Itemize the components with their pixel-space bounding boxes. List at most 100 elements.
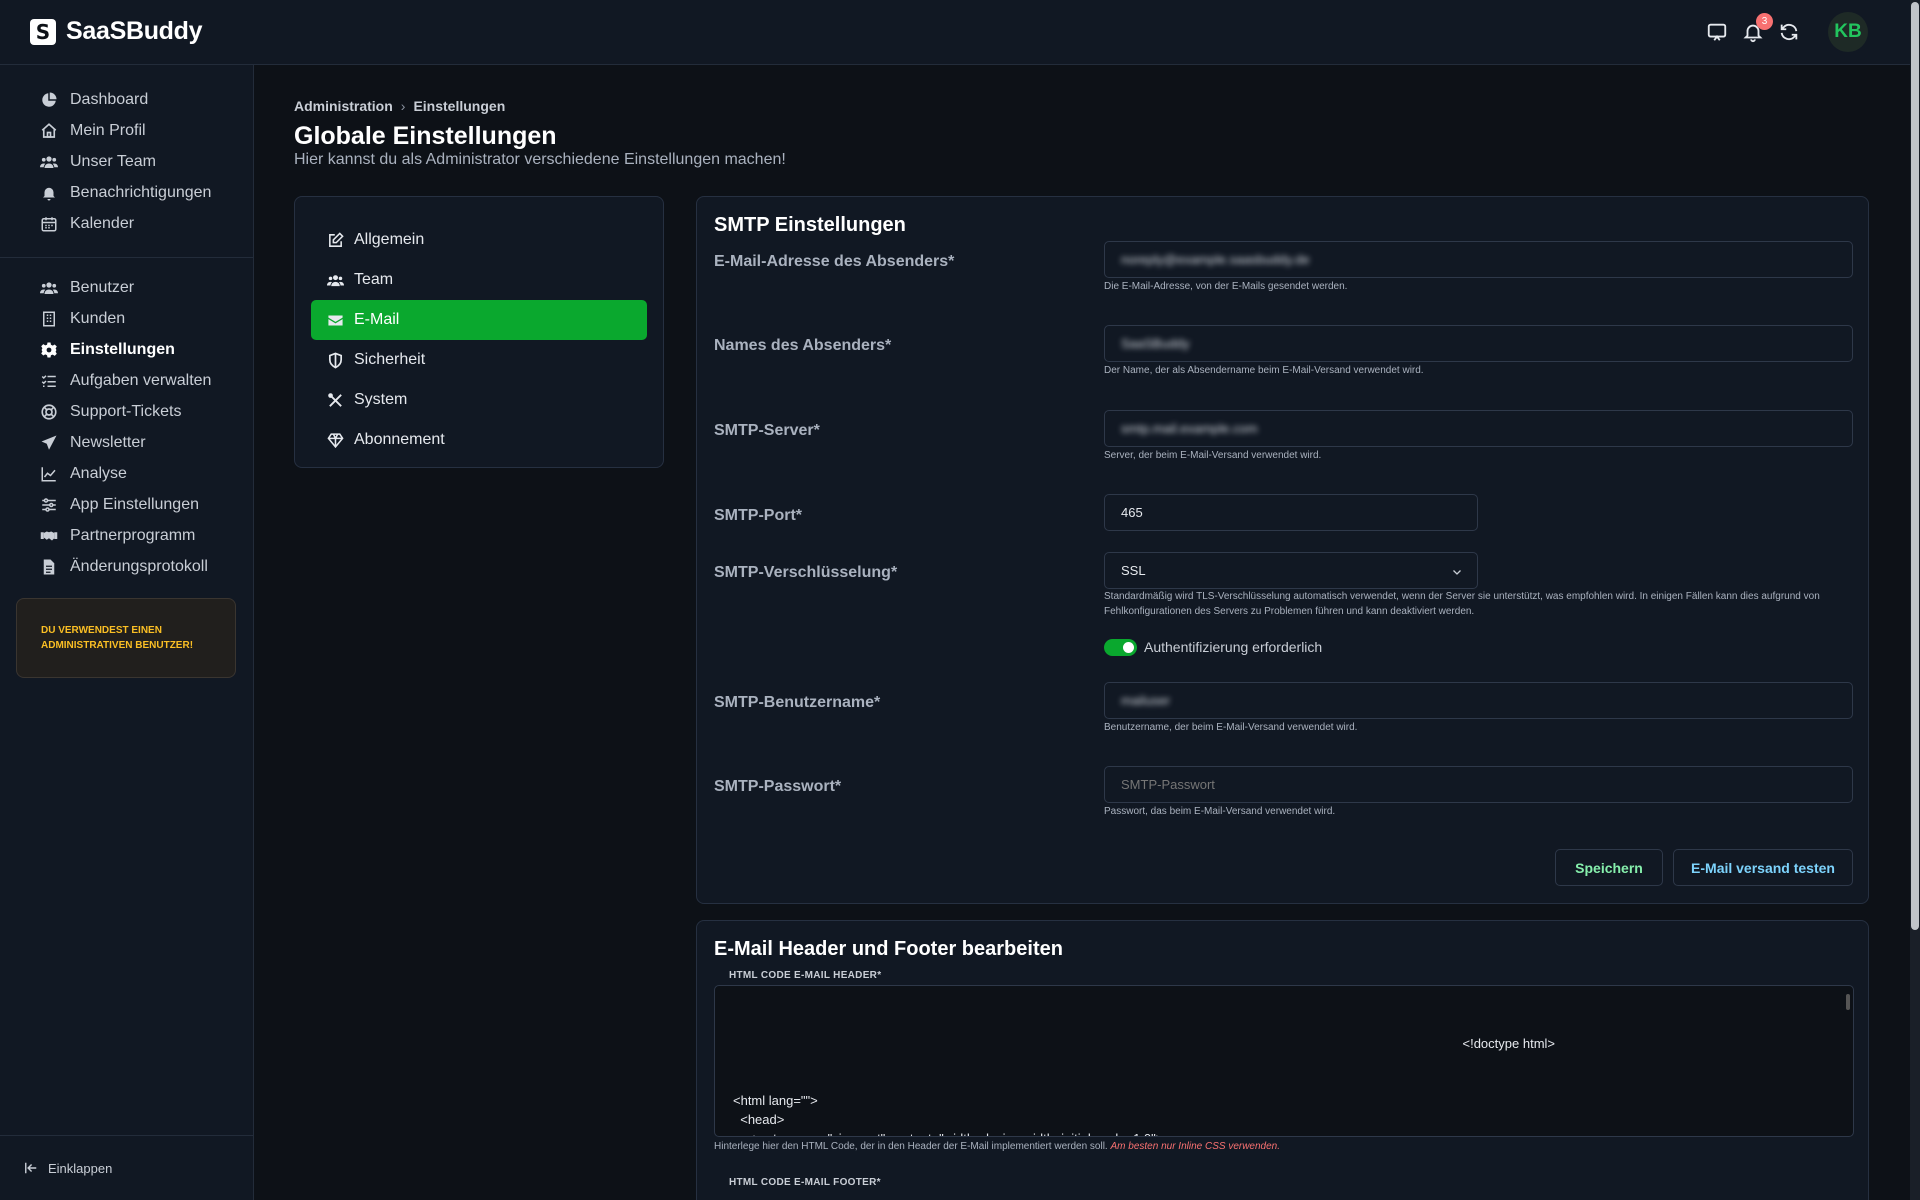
sidebar-item-newsletter[interactable]: Newsletter	[0, 427, 253, 458]
logo-mark-icon: S	[30, 18, 56, 45]
sidebar-item-label: Benachrichtigungen	[70, 183, 212, 201]
smtp-password-label: SMTP-Passwort*	[714, 778, 842, 795]
header-code-textarea[interactable]: <!doctype html> <html lang=""> <head> <m…	[714, 985, 1854, 1137]
sidebar-item-changelog[interactable]: Änderungsprotokoll	[0, 551, 253, 582]
smtp-username-input[interactable]: mailuser	[1104, 682, 1853, 719]
page-subtitle: Hier kannst du als Administrator verschi…	[294, 151, 786, 168]
user-avatar[interactable]: KB	[1828, 12, 1868, 52]
breadcrumb-administration[interactable]: Administration	[294, 98, 393, 114]
sender-name-help: Der Name, der als Absendername beim E-Ma…	[1104, 365, 1424, 376]
smtp-port-input[interactable]: 465	[1104, 494, 1478, 531]
chart-pie-icon	[42, 92, 57, 107]
sender-email-label: E-Mail-Adresse des Absenders*	[714, 253, 955, 270]
settings-tab-label: Sicherheit	[354, 351, 426, 368]
tools-icon	[328, 392, 342, 407]
page-scrollbar-thumb[interactable]	[1911, 2, 1919, 930]
page-scrollbar[interactable]	[1910, 0, 1920, 1200]
top-actions: 3 KB	[1706, 12, 1868, 52]
users-icon	[40, 155, 58, 168]
sender-name-label: Names des Absenders*	[714, 337, 892, 354]
settings-tab-subscription[interactable]: Abonnement	[311, 420, 647, 460]
edit-icon	[329, 231, 344, 247]
sidebar-item-dashboard[interactable]: Dashboard	[0, 84, 253, 115]
smtp-password-input[interactable]	[1104, 766, 1853, 803]
sidebar-item-calendar[interactable]: Kalender	[0, 208, 253, 239]
sidebar-item-tasks[interactable]: Aufgaben verwalten	[0, 365, 253, 396]
smtp-username-label: SMTP-Benutzername*	[714, 694, 881, 711]
sidebar-item-app-settings[interactable]: App Einstellungen	[0, 489, 253, 520]
app-name: SaaSBuddy	[66, 17, 203, 45]
file-icon	[43, 559, 55, 574]
smtp-server-help: Server, der beim E-Mail-Versand verwende…	[1104, 450, 1322, 461]
smtp-encryption-select[interactable]: SSL	[1104, 552, 1478, 589]
settings-tab-general[interactable]: Allgemein	[311, 220, 647, 260]
sidebar-item-label: Änderungsprotokoll	[70, 557, 208, 575]
breadcrumb-separator: ›	[400, 98, 406, 114]
collapse-sidebar-button[interactable]: Einklappen	[0, 1135, 253, 1200]
sidebar-divider	[0, 257, 253, 258]
auth-required-label: Authentifizierung erforderlich	[1144, 639, 1323, 655]
smtp-port-label: SMTP-Port*	[714, 507, 802, 524]
sidebar-item-label: Analyse	[70, 464, 127, 482]
settings-tab-label: E-Mail	[354, 311, 400, 328]
refresh-icon[interactable]	[1778, 21, 1800, 43]
lifebuoy-icon	[41, 403, 57, 420]
sidebar-item-label: Aufgaben verwalten	[70, 371, 212, 389]
smtp-server-input[interactable]: smtp.mail.example.com	[1104, 410, 1853, 447]
sender-email-input[interactable]: noreply@example.saasbuddy.de	[1104, 241, 1853, 278]
sidebar-item-label: Kalender	[70, 214, 135, 232]
smtp-encryption-label: SMTP-Verschlüsselung*	[714, 564, 898, 581]
settings-tab-email[interactable]: E-Mail	[311, 300, 647, 340]
textarea-scrollbar[interactable]	[1846, 994, 1850, 1010]
settings-tab-label: Abonnement	[354, 431, 445, 448]
settings-tab-security[interactable]: Sicherheit	[311, 340, 647, 380]
paper-plane-icon	[41, 435, 57, 450]
smtp-settings-card: SMTP Einstellungen E-Mail-Adresse des Ab…	[696, 196, 1869, 904]
diamond-icon	[327, 432, 344, 448]
header-footer-title: E-Mail Header und Footer bearbeiten	[714, 938, 1063, 960]
app-logo[interactable]: S SaaSBuddy	[30, 17, 203, 46]
sidebar-item-partner[interactable]: Partnerprogramm	[0, 520, 253, 551]
sidebar-item-label: App Einstellungen	[70, 495, 199, 513]
top-bar: S SaaSBuddy 3 KB	[0, 0, 1910, 65]
cast-icon[interactable]	[1706, 21, 1728, 43]
sidebar-item-label: Partnerprogramm	[70, 526, 196, 544]
breadcrumb-settings[interactable]: Einstellungen	[413, 98, 505, 114]
sliders-icon	[42, 497, 56, 512]
settings-tab-team[interactable]: Team	[311, 260, 647, 300]
sender-email-help: Die E-Mail-Adresse, von der E-Mails gese…	[1104, 281, 1348, 292]
envelope-icon	[328, 315, 343, 325]
settings-nav: Allgemein Team E-Mail Sicherheit System …	[294, 196, 664, 468]
sidebar-item-label: Dashboard	[70, 90, 149, 108]
settings-tab-system[interactable]: System	[311, 380, 647, 420]
sidebar-group-main: Dashboard Mein Profil Unser Team Benachr…	[0, 65, 253, 239]
smtp-server-label: SMTP-Server*	[714, 422, 820, 439]
sidebar-item-notifications[interactable]: Benachrichtigungen	[0, 177, 253, 208]
chevron-down-icon	[1453, 570, 1461, 575]
building-icon	[43, 311, 55, 326]
sidebar-item-support[interactable]: Support-Tickets	[0, 396, 253, 427]
bell-icon[interactable]: 3	[1742, 13, 1773, 43]
sender-name-input[interactable]: SaaSBuddy	[1104, 325, 1853, 362]
sidebar-item-customers[interactable]: Kunden	[0, 303, 253, 334]
bell-icon	[43, 187, 55, 200]
calendar-icon	[41, 216, 57, 231]
header-code-first-line: <!doctype html>	[1462, 1036, 1556, 1051]
sidebar-item-analytics[interactable]: Analyse	[0, 458, 253, 489]
header-code-help-warning: Am besten nur Inline CSS verwenden.	[1110, 1141, 1281, 1152]
header-code-help-text: Hinterlege hier den HTML Code, der in de…	[714, 1141, 1108, 1152]
footer-code-label: HTML CODE E-MAIL FOOTER*	[729, 1177, 881, 1188]
smtp-username-help: Benutzername, der beim E-Mail-Versand ve…	[1104, 722, 1358, 733]
sidebar-item-profile[interactable]: Mein Profil	[0, 115, 253, 146]
settings-tab-label: Allgemein	[354, 231, 425, 248]
settings-tab-label: Team	[354, 271, 394, 288]
sidebar-item-team[interactable]: Unser Team	[0, 146, 253, 177]
sidebar-item-settings[interactable]: Einstellungen	[0, 334, 253, 365]
gear-icon	[41, 342, 57, 357]
settings-tab-label: System	[354, 391, 408, 408]
save-button[interactable]: Speichern	[1555, 849, 1663, 886]
test-email-button[interactable]: E-Mail versand testen	[1673, 849, 1853, 886]
auth-required-toggle[interactable]	[1104, 639, 1137, 656]
header-code-content: <html lang=""> <head> <meta name="viewpo…	[733, 1093, 1163, 1136]
sidebar-item-users[interactable]: Benutzer	[0, 272, 253, 303]
